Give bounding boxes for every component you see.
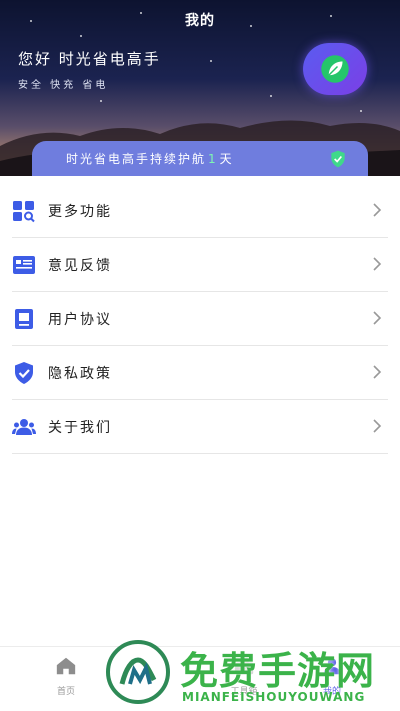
watermark-title: 免费手游网: [180, 649, 376, 693]
document-icon: [12, 307, 36, 331]
users-icon: [12, 415, 36, 439]
watermark-m-icon: [119, 657, 157, 685]
protection-days-count: 1: [208, 151, 218, 166]
chevron-right-icon: [373, 203, 382, 217]
chevron-right-icon: [373, 365, 382, 379]
leaf-icon: [321, 55, 349, 83]
shield-check-icon: [12, 361, 36, 385]
protection-text: 时光省电高手持续护航: [66, 152, 207, 166]
chevron-right-icon: [373, 311, 382, 325]
grid-search-icon: [12, 199, 36, 223]
menu-item-label: 意见反馈: [48, 257, 112, 274]
tab-home[interactable]: 首页: [36, 655, 96, 697]
home-icon: [56, 657, 76, 675]
menu-item-more-features[interactable]: 更多功能: [12, 184, 388, 238]
feedback-icon: [12, 253, 36, 277]
menu-item-about-us[interactable]: 关于我们: [12, 400, 388, 454]
menu-item-label: 隐私政策: [48, 365, 112, 382]
chevron-right-icon: [373, 419, 382, 433]
settings-menu: 更多功能 意见反馈 用户协议 隐私政策 关于我们: [0, 184, 400, 454]
menu-item-label: 更多功能: [48, 203, 112, 220]
menu-item-privacy-policy[interactable]: 隐私政策: [12, 346, 388, 400]
profile-header: 我的 您好 时光省电高手 安全 快充 省电 时光省电高手持续护航 1 天: [0, 0, 400, 176]
menu-item-label: 用户协议: [48, 311, 112, 328]
watermark-logo: [106, 640, 170, 704]
tagline-text: 安全 快充 省电: [18, 80, 109, 91]
shield-icon: [331, 150, 345, 168]
chevron-right-icon: [373, 257, 382, 271]
tab-label: 首页: [56, 687, 75, 697]
greeting-text: 您好 时光省电高手: [18, 50, 161, 68]
menu-item-label: 关于我们: [48, 419, 112, 436]
menu-item-feedback[interactable]: 意见反馈: [12, 238, 388, 292]
page-title: 我的: [185, 13, 215, 29]
protection-days-bar: 时光省电高手持续护航 1 天: [32, 141, 368, 176]
watermark-subtitle: MIANFEISHOUYOUWANG: [182, 690, 366, 704]
protection-unit: 天: [219, 152, 234, 166]
app-logo: [303, 43, 367, 95]
menu-item-user-agreement[interactable]: 用户协议: [12, 292, 388, 346]
